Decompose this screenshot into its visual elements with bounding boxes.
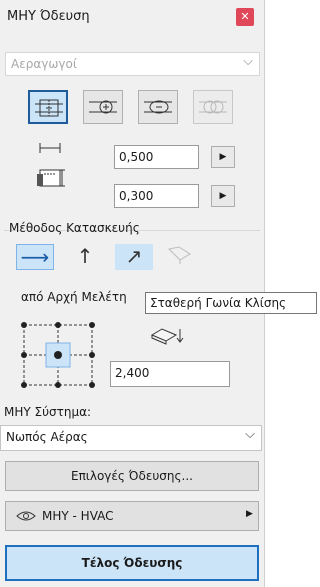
- close-icon: ✕: [240, 10, 250, 23]
- eye-icon: [16, 511, 36, 521]
- play-icon: ▶: [219, 152, 227, 162]
- ramp-icon: [167, 246, 191, 264]
- center-alignment-button[interactable]: [28, 90, 68, 124]
- play-icon: ▶: [219, 191, 227, 201]
- height-input[interactable]: 0,300: [114, 184, 199, 208]
- routing-options-button[interactable]: Επιλογές Όδευσης...: [5, 461, 259, 491]
- layer-label: ΜΗΥ - HVAC: [42, 509, 114, 523]
- disabled-alignment-icon: [199, 100, 227, 114]
- oval-alignment-icon: [144, 100, 172, 114]
- angled-method-button[interactable]: ↗: [115, 244, 153, 270]
- system-dropdown-value: Νωπός Αέρας: [6, 430, 88, 444]
- system-dropdown[interactable]: Νωπός Αέρας ⌵: [0, 425, 262, 451]
- construction-label: Μέθοδος Κατασκευής: [9, 221, 140, 235]
- dimension-icon: [37, 143, 65, 187]
- tooltip-text: Σταθερή Γωνία Κλίσης: [150, 296, 287, 310]
- title-bar: ΜΗΥ Όδευση ✕: [0, 0, 264, 34]
- chevron-down-icon: ⌵: [245, 427, 255, 442]
- horizontal-method-button[interactable]: ⟶: [16, 244, 54, 270]
- finish-routing-label: Τέλος Όδευσης: [81, 556, 183, 570]
- width-input[interactable]: 0,500: [114, 145, 199, 169]
- diagonal-arrow-icon: ↗: [125, 244, 143, 268]
- elevation-value: 2,400: [115, 366, 150, 380]
- close-button[interactable]: ✕: [236, 8, 254, 26]
- disabled-method-button[interactable]: [160, 244, 198, 270]
- elevation-input[interactable]: 2,400: [110, 361, 230, 387]
- height-value: 0,300: [119, 189, 154, 203]
- width-value: 0,500: [119, 150, 154, 164]
- width-arrow-button[interactable]: ▶: [211, 146, 235, 168]
- play-icon: ▶: [246, 509, 253, 519]
- oval-alignment-button[interactable]: [138, 90, 178, 124]
- center-alignment-icon: [35, 99, 63, 117]
- layer-button[interactable]: ΜΗΥ - HVAC ▶: [5, 501, 259, 531]
- tooltip: Σταθερή Γωνία Κλίσης: [145, 292, 317, 314]
- type-dropdown-value: Αεραγωγοί: [11, 57, 77, 71]
- circle-alignment-icon: [89, 100, 117, 114]
- reference-label: από Αρχή Μελέτη: [21, 290, 127, 304]
- system-label: ΜΗΥ Σύστημα:: [4, 405, 92, 419]
- vertical-method-button[interactable]: ↑: [66, 244, 104, 270]
- type-dropdown[interactable]: Αεραγωγοί ⌵: [5, 52, 260, 76]
- elevation-icon: [150, 328, 184, 345]
- routing-options-label: Επιλογές Όδευσης...: [71, 469, 193, 483]
- finish-routing-button[interactable]: Τέλος Όδευσης: [5, 545, 259, 581]
- chevron-down-icon: ⌵: [243, 54, 253, 69]
- up-arrow-icon: ↑: [76, 244, 94, 268]
- disabled-alignment-button[interactable]: [193, 90, 233, 124]
- right-arrow-icon: ⟶: [20, 245, 50, 269]
- height-arrow-button[interactable]: ▶: [211, 185, 235, 207]
- window-title: ΜΗΥ Όδευση: [7, 9, 90, 24]
- circle-alignment-button[interactable]: [83, 90, 123, 124]
- anchor-point-grid[interactable]: [18, 317, 98, 393]
